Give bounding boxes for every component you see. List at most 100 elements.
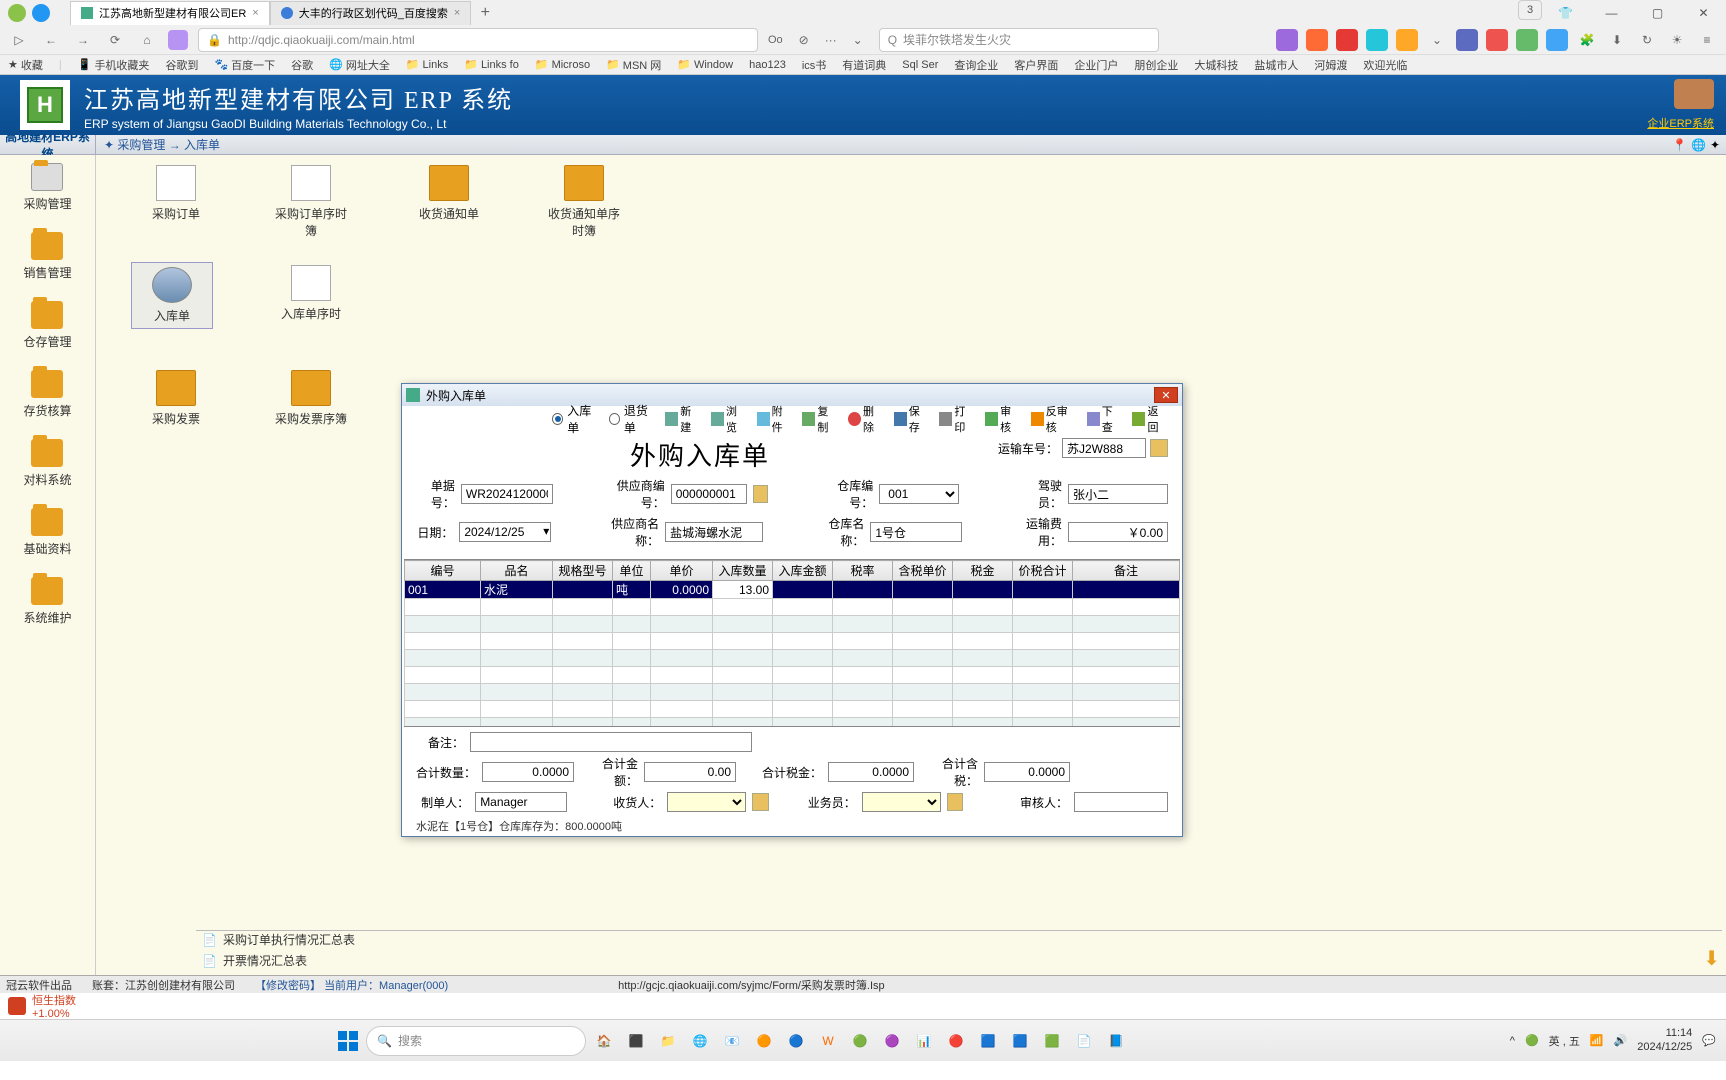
task-icon[interactable]: 🟦 (1006, 1027, 1034, 1055)
folder-icon[interactable] (753, 485, 769, 503)
minimize-button[interactable]: — (1589, 0, 1634, 25)
table-row[interactable] (405, 718, 1180, 728)
ext-icon[interactable] (1486, 29, 1508, 51)
task-icon[interactable]: 🏠 (590, 1027, 618, 1055)
ext-icon[interactable] (1306, 29, 1328, 51)
task-icon[interactable]: 📘 (1102, 1027, 1130, 1055)
close-icon[interactable]: × (252, 7, 258, 19)
sidebar-item-purchase[interactable]: 采购管理 (23, 163, 71, 212)
wh-code-select[interactable]: 001 (879, 484, 958, 504)
task-icon[interactable]: 🟢 (846, 1027, 874, 1055)
folder-icon[interactable] (947, 793, 963, 811)
task-icon[interactable]: 🟩 (1038, 1027, 1066, 1055)
desktop-icon[interactable]: 采购订单序时簿 (271, 165, 351, 239)
task-icon[interactable]: 📊 (910, 1027, 938, 1055)
bookmark-item[interactable]: 📁Links fo (464, 58, 519, 71)
close-icon[interactable]: × (454, 7, 460, 19)
reload-button[interactable]: ⟳ (104, 29, 126, 51)
bookmark-item[interactable]: 📱手机收藏夹 (78, 57, 150, 73)
system-tray[interactable]: ^ 🟢 英 , 五 📶 🔊 11:14 2024/12/25 💬 (1510, 1027, 1716, 1053)
task-icon[interactable]: 🟣 (878, 1027, 906, 1055)
task-icon[interactable]: 🔵 (782, 1027, 810, 1055)
forward-button[interactable]: → (72, 29, 94, 51)
sun-icon[interactable]: ☀ (1666, 29, 1688, 51)
ext-icon[interactable] (1276, 29, 1298, 51)
table-row[interactable] (405, 701, 1180, 718)
tray-icon[interactable]: 🟢 (1525, 1034, 1539, 1047)
bookmark-item[interactable]: 📁Window (677, 58, 733, 71)
date-input[interactable] (459, 522, 551, 542)
maximize-button[interactable]: ▢ (1635, 0, 1680, 25)
desktop-icon[interactable]: 收货通知单序时簿 (544, 165, 624, 239)
biz-select[interactable] (862, 792, 941, 812)
desktop-icon[interactable]: 采购发票序簿 (271, 370, 351, 427)
table-row[interactable] (405, 667, 1180, 684)
bookmark-item[interactable]: 朋创企业 (1134, 57, 1178, 73)
bookmark-item[interactable]: 查询企业 (954, 57, 998, 73)
ext-icon[interactable] (1546, 29, 1568, 51)
table-row[interactable] (405, 650, 1180, 667)
table-row[interactable] (405, 633, 1180, 650)
status-pwd[interactable]: 【修改密码】 当前用户：Manager(000) (255, 977, 448, 993)
erp-link[interactable]: 企业ERP系统 (1647, 115, 1714, 131)
bookmark-item[interactable]: 📁Links (406, 58, 448, 71)
chevron-down-icon[interactable]: ⌄ (847, 29, 869, 51)
task-icon[interactable]: 🟦 (974, 1027, 1002, 1055)
bookmark-item[interactable]: 谷歌到 (165, 57, 198, 73)
wifi-icon[interactable]: 📶 (1590, 1034, 1604, 1047)
clock[interactable]: 11:14 2024/12/25 (1637, 1027, 1692, 1053)
bookmark-item[interactable]: hao123 (749, 59, 786, 71)
close-button[interactable]: ✕ (1681, 0, 1726, 25)
bookmark-item[interactable]: 有道词典 (842, 57, 886, 73)
doc-no-input[interactable] (461, 484, 553, 504)
sidebar-item-warehouse[interactable]: 仓存管理 (23, 301, 71, 350)
task-icon[interactable]: 🔴 (942, 1027, 970, 1055)
bookmark-item[interactable]: 盐城市人 (1254, 57, 1298, 73)
pin-icon[interactable]: 📍 (1672, 138, 1687, 152)
table-row[interactable] (405, 616, 1180, 633)
sidebar-item-inventory[interactable]: 存货核算 (23, 370, 71, 419)
bookmark-item[interactable]: 客户界面 (1014, 57, 1058, 73)
bookmark-item[interactable]: 河姆渡 (1314, 57, 1347, 73)
bookmark-item[interactable]: 📁Microso (535, 58, 590, 71)
radio-in[interactable] (552, 413, 563, 425)
remark-input[interactable] (470, 732, 752, 752)
chevron-down-icon[interactable]: ⌄ (1426, 29, 1448, 51)
sidebar-item-material[interactable]: 对料系统 (23, 439, 71, 488)
task-icon[interactable]: ⬛ (622, 1027, 650, 1055)
radio-return[interactable] (609, 413, 620, 425)
desktop-icon-selected[interactable]: 入库单 (132, 263, 212, 328)
desktop-icon[interactable]: 收货通知单 (409, 165, 489, 222)
extensions-icon[interactable]: 🧩 (1576, 29, 1598, 51)
arrow-down-icon[interactable]: ⬇ (1703, 946, 1720, 971)
table-row[interactable] (405, 684, 1180, 701)
task-icon[interactable]: W (814, 1027, 842, 1055)
ext-icon[interactable] (1336, 29, 1358, 51)
freight-input[interactable] (1068, 522, 1168, 542)
task-icon[interactable]: 🌐 (686, 1027, 714, 1055)
bookmark-item[interactable]: ★ 收藏 (8, 57, 43, 73)
sidebar-item-system[interactable]: 系统维护 (23, 577, 71, 626)
desktop-icon[interactable]: 入库单序时 (271, 265, 351, 322)
ext-icon[interactable] (1456, 29, 1478, 51)
skin-icon[interactable]: 👕 (1543, 0, 1588, 25)
receiver-select[interactable] (667, 792, 746, 812)
ext-icon[interactable] (1366, 29, 1388, 51)
notification-icon[interactable]: 💬 (1702, 1034, 1716, 1047)
bookmark-item[interactable]: 企业门户 (1074, 57, 1118, 73)
ext-icon[interactable]: 3 (1518, 0, 1542, 20)
shield-icon[interactable]: ⊘ (793, 29, 815, 51)
sidebar-item-base[interactable]: 基础资料 (23, 508, 71, 557)
app-icon[interactable] (168, 30, 188, 50)
folder-icon[interactable] (1150, 439, 1168, 457)
help-icon[interactable]: 🌐 (1691, 138, 1706, 152)
desktop-icon[interactable]: 采购发票 (136, 370, 216, 427)
new-tab-button[interactable]: + (471, 4, 499, 22)
start-button[interactable] (334, 1027, 362, 1055)
bookmark-item[interactable]: ics书 (802, 57, 826, 73)
download-icon[interactable]: ⬇ (1606, 29, 1628, 51)
task-icon[interactable]: 🟠 (750, 1027, 778, 1055)
history-icon[interactable]: ↻ (1636, 29, 1658, 51)
bookmark-item[interactable]: 📁MSN 网 (606, 57, 661, 73)
table-row[interactable]: 001 水泥 吨 0.0000 13.00 (405, 581, 1180, 599)
